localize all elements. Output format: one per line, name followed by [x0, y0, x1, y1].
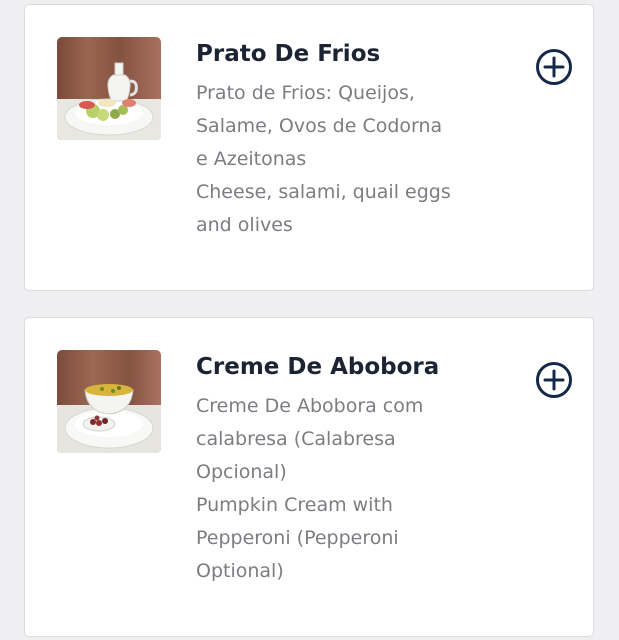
menu-item-title: Prato De Frios: [196, 41, 381, 67]
description-line: Pepperoni (Pepperoni: [196, 527, 399, 549]
menu-item-image[interactable]: [57, 350, 161, 453]
description-line: Cheese, salami, quail eggs: [196, 181, 451, 203]
description-line: Optional): [196, 560, 284, 582]
description-line: calabresa (Calabresa: [196, 428, 396, 450]
plus-circle-icon: [536, 49, 572, 85]
menu-item-card[interactable]: Prato De Frios Prato de Frios: Queijos, …: [24, 4, 594, 291]
description-line: Creme De Abobora com: [196, 395, 424, 417]
description-line: Pumpkin Cream with: [196, 494, 393, 516]
description-line: Salame, Ovos de Codorna: [196, 115, 443, 137]
add-item-button[interactable]: [534, 360, 574, 400]
menu-item-description: Creme De Abobora com calabresa (Calabres…: [196, 390, 496, 588]
description-line: e Azeitonas: [196, 148, 307, 170]
menu-item-image[interactable]: [57, 37, 161, 140]
menu-item-card[interactable]: Creme De Abobora Creme De Abobora com ca…: [24, 317, 594, 637]
menu-item-description: Prato de Frios: Queijos, Salame, Ovos de…: [196, 77, 496, 242]
description-line: and olives: [196, 214, 293, 236]
add-item-button[interactable]: [534, 47, 574, 87]
description-line: Opcional): [196, 461, 287, 483]
menu-item-title: Creme De Abobora: [196, 354, 440, 380]
plus-circle-icon: [536, 362, 572, 398]
description-line: Prato de Frios: Queijos,: [196, 82, 415, 104]
